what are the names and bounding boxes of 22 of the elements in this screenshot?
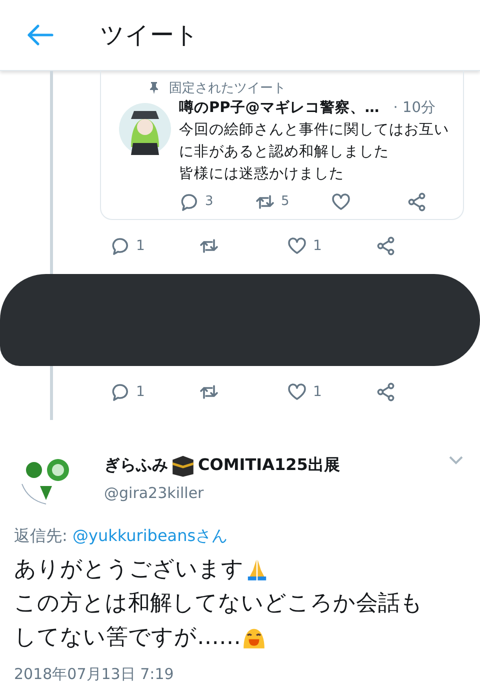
user-handle: @gira23killer (104, 484, 205, 502)
tweet-text-line: 皆様には迷惑かけました (179, 165, 345, 184)
tweet-text-line: に非があると認め和解しました (179, 143, 390, 162)
tweet-date: 2018年07月13日 7:19 (14, 665, 175, 684)
author-name: 噂のPP子@マギレコ警察、… (179, 98, 380, 118)
tweet-text-line: してない筈ですが…… (14, 624, 241, 652)
tweet-time: · 10分 (393, 99, 436, 118)
reply-count: 1 (136, 238, 145, 254)
retweet-count: 5 (281, 193, 290, 211)
like-count: 1 (313, 384, 322, 400)
page-title: ツイート (100, 20, 199, 51)
reply-count: 1 (136, 384, 145, 400)
user-name: ぎらふみ (104, 454, 168, 476)
pinned-label: 固定されたツイート (169, 80, 286, 97)
quoted-tweet-card[interactable]: 固定されたツイート 噂のPP子@マギレコ警察、… · 10分 今回の絵師さんと事件に関してはお互い に非があると認め和解しました 皆様には迷惑かけました 3 5 (100, 71, 464, 220)
tweet-text-line: この方とは和解してないどころか会話も (14, 590, 423, 618)
like-count: 1 (313, 238, 322, 254)
tweet-text-line: ありがとうございます (14, 556, 244, 584)
tweet-text-line: 今回の絵師さんと事件に関してはお互い (179, 121, 450, 140)
reply-count: 3 (205, 193, 214, 211)
user-name: COMITIA125出展 (198, 454, 340, 476)
reply-label: 返信先: (14, 526, 68, 545)
